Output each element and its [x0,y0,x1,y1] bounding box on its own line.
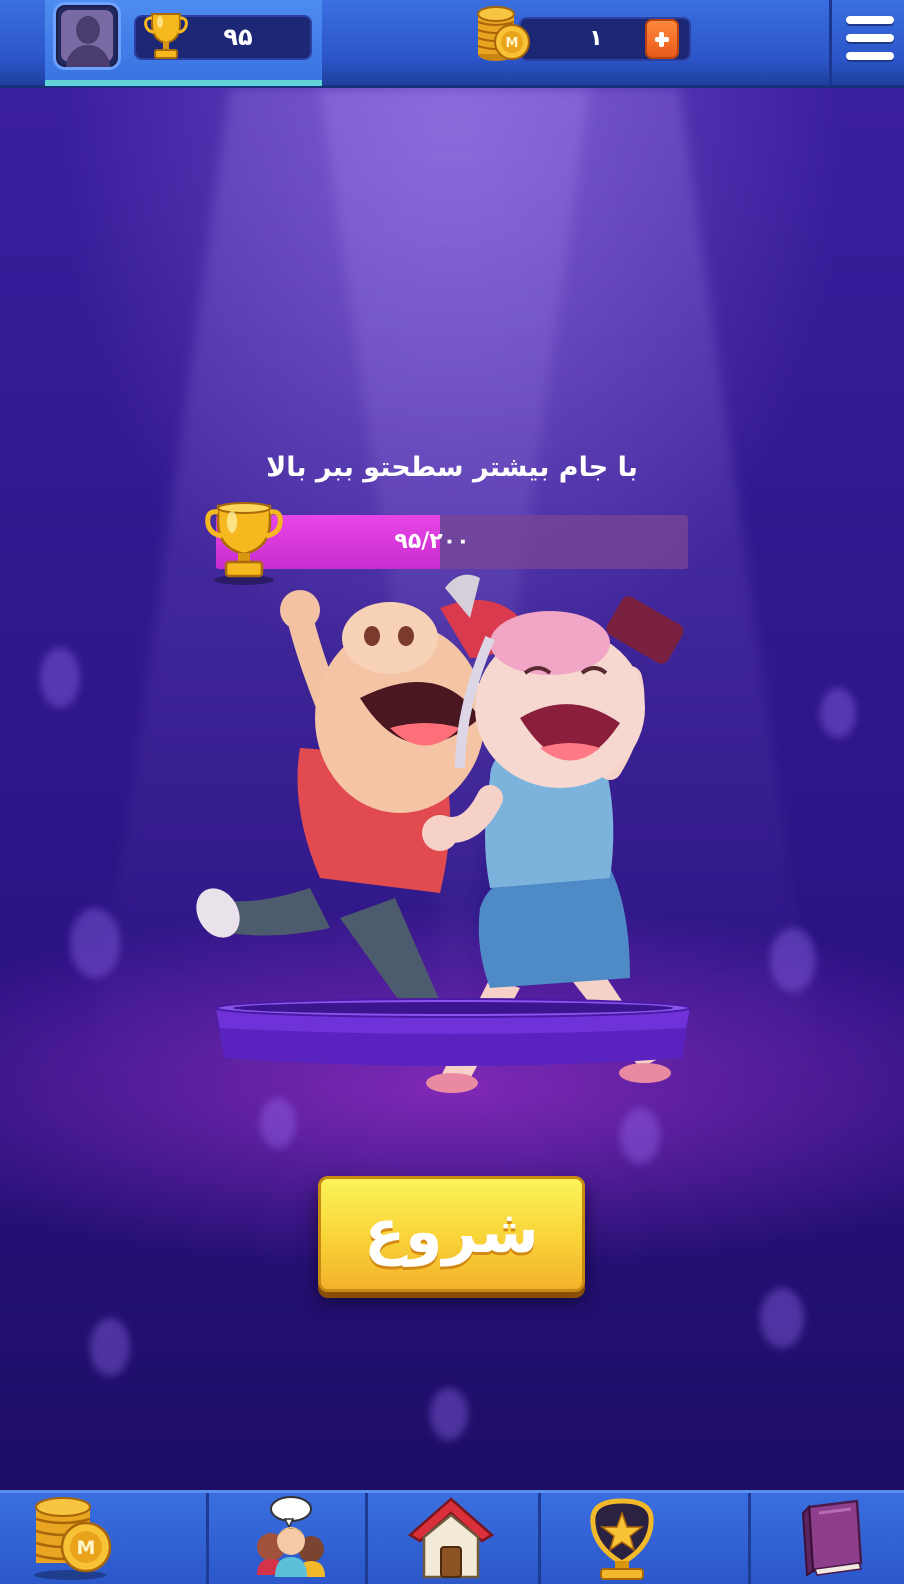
sparkle [820,688,856,738]
nav-leaderboard[interactable] [541,1493,748,1584]
book-icon [801,1499,863,1577]
friends-icon [257,1496,325,1577]
add-coins-button[interactable] [645,19,679,59]
svg-text:M: M [506,36,519,51]
coins-icon: M [34,1497,112,1580]
stage-area: با جام بیشتر سطحتو ببر بالا ۹۵/۲۰۰ شروع [0,88,904,1490]
nav-home[interactable] [368,1493,538,1584]
sparkle [760,1288,804,1348]
nav-book[interactable] [751,1493,904,1584]
menu-icon[interactable] [846,14,896,64]
start-button[interactable]: شروع [318,1176,585,1292]
home-icon [408,1497,494,1579]
bottom-nav: M [0,1490,904,1584]
sparkle [770,928,816,992]
sparkle [70,908,120,978]
nav-friends[interactable] [209,1493,365,1584]
coins-icon: M [477,6,530,61]
trophy-icon [144,13,188,59]
coin-count: ۱ [589,26,603,51]
avatar[interactable] [53,2,121,70]
svg-text:M: M [77,1537,96,1559]
star-badge-icon [590,1498,654,1580]
headline-text: با جام بیشتر سطحتو ببر بالا [266,452,638,483]
stage-pedestal [215,998,691,1066]
avatar-head [76,16,100,44]
sparkle [620,1108,660,1164]
sparkle [430,1388,468,1440]
nav-shop[interactable]: M [0,1493,206,1584]
sparkle [40,648,80,708]
menu-divider [829,0,832,86]
top-bar: ۹۵ ۱ M [0,0,904,88]
sparkle [90,1318,130,1376]
